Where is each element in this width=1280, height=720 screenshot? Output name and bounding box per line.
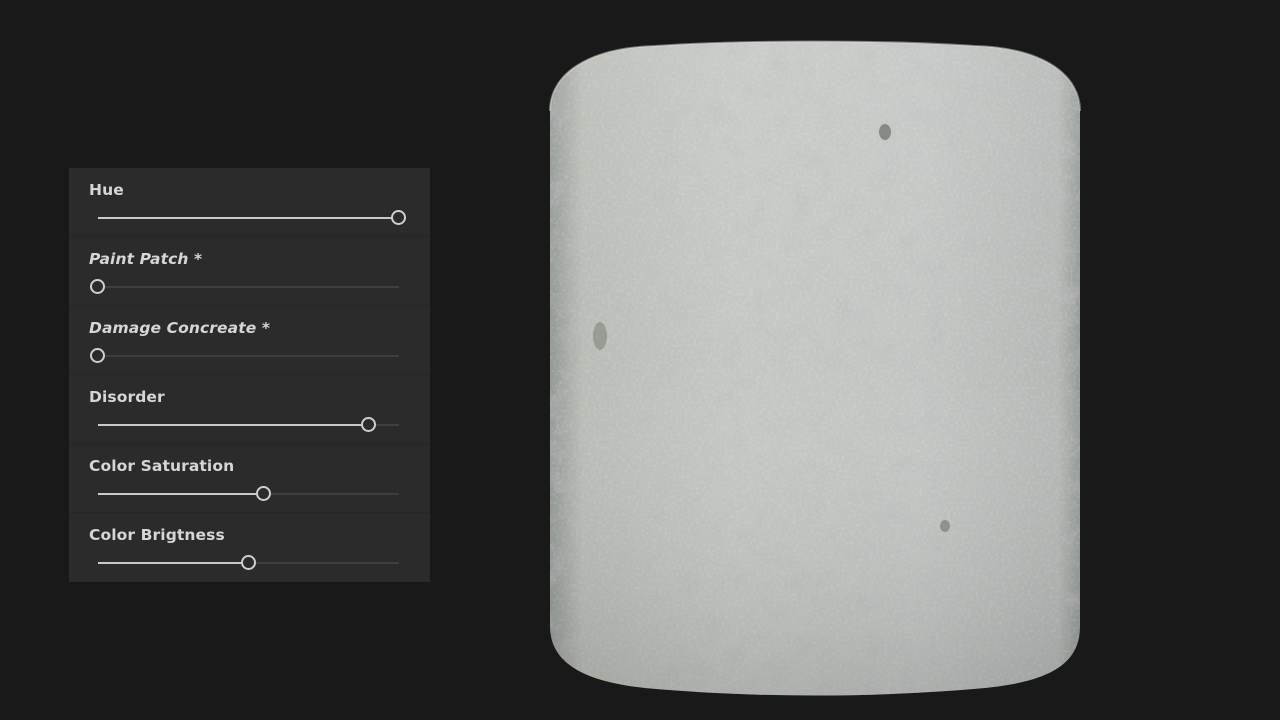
damage-concreate-slider[interactable] <box>90 348 399 363</box>
parameters-panel: Hue Paint Patch * Damage Concreate * Dis… <box>69 168 430 582</box>
param-disorder: Disorder <box>69 375 430 444</box>
param-label: Color Brigtness <box>89 526 225 544</box>
param-hue: Hue <box>69 168 430 237</box>
param-label: Color Saturation <box>89 457 235 475</box>
slider-handle[interactable] <box>255 486 271 501</box>
slider-handle[interactable] <box>360 417 376 432</box>
slider-fill <box>98 217 399 219</box>
slider-fill <box>98 562 249 564</box>
param-paint-patch: Paint Patch * <box>69 237 430 306</box>
paint-patch-slider[interactable] <box>90 279 399 294</box>
param-color-brightness: Color Brigtness <box>69 513 430 582</box>
param-color-saturation: Color Saturation <box>69 444 430 513</box>
param-damage-concreate: Damage Concreate * <box>69 306 430 375</box>
param-label: Disorder <box>89 388 165 406</box>
color-saturation-slider[interactable] <box>98 486 399 501</box>
disorder-slider[interactable] <box>98 417 399 432</box>
slider-handle[interactable] <box>90 279 105 294</box>
param-label: Paint Patch * <box>89 250 203 268</box>
concrete-cylinder-preview <box>549 40 1081 696</box>
param-label: Hue <box>89 181 124 199</box>
slider-fill <box>98 424 369 426</box>
hue-slider[interactable] <box>98 210 406 225</box>
slider-fill <box>98 493 264 495</box>
slider-handle[interactable] <box>391 210 406 225</box>
color-brightness-slider[interactable] <box>98 555 399 570</box>
slider-handle[interactable] <box>90 348 105 363</box>
material-preview-stage: Hue Paint Patch * Damage Concreate * Dis… <box>0 0 1280 720</box>
slider-handle[interactable] <box>240 555 256 570</box>
param-label: Damage Concreate * <box>89 319 271 337</box>
